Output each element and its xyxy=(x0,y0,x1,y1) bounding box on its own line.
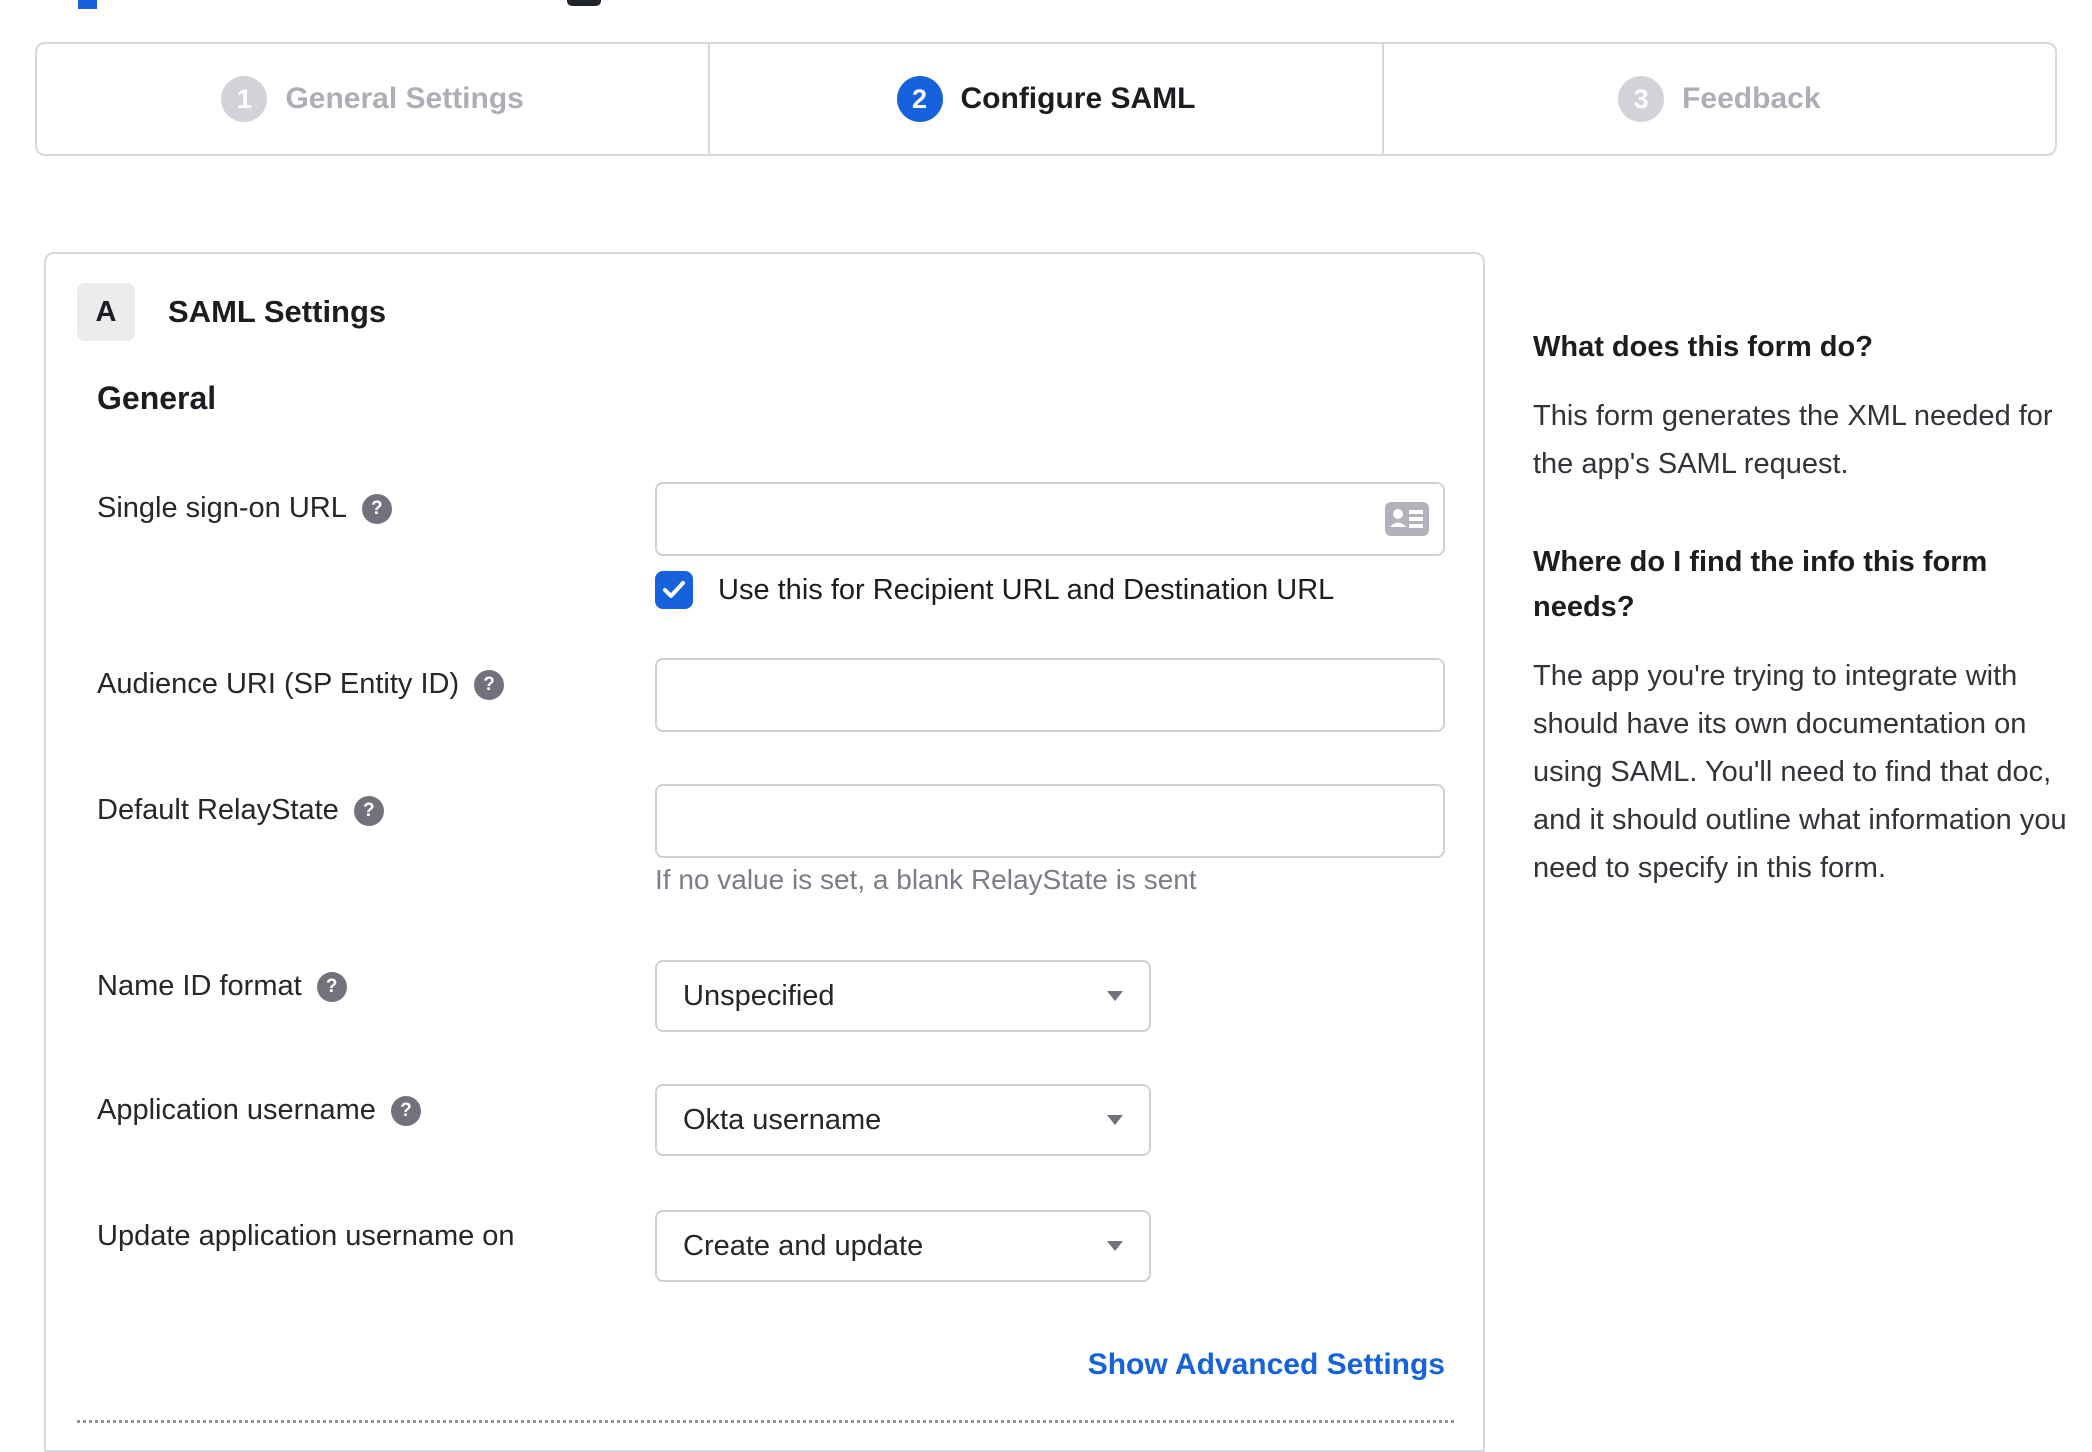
step-feedback[interactable]: 3 Feedback xyxy=(1381,44,2055,154)
application-username-label: Application username ? xyxy=(97,1094,421,1127)
sidebar-body-what: This form generates the XML needed for t… xyxy=(1533,400,2053,480)
audience-uri-label: Audience URI (SP Entity ID) ? xyxy=(97,668,505,701)
name-id-format-label: Name ID format ? xyxy=(97,970,347,1003)
saml-settings-panel: A SAML Settings General Single sign-on U… xyxy=(44,252,1485,1452)
relaystate-helper-text: If no value is set, a blank RelayState i… xyxy=(655,864,1197,895)
name-id-format-label-text: Name ID format xyxy=(97,970,302,1002)
audience-uri-label-text: Audience URI (SP Entity ID) xyxy=(97,668,460,700)
single-sign-on-url-label-text: Single sign-on URL xyxy=(97,492,347,524)
chevron-down-icon xyxy=(1107,1115,1123,1125)
recipient-url-checkbox[interactable] xyxy=(655,571,693,609)
audience-uri-input-wrap xyxy=(655,658,1445,732)
audience-uri-input[interactable] xyxy=(655,658,1445,732)
section-a-badge: A xyxy=(77,283,135,341)
step-2-circle: 2 xyxy=(896,76,943,122)
step-general-settings[interactable]: 1 General Settings xyxy=(37,44,708,154)
default-relaystate-input[interactable] xyxy=(655,784,1445,858)
default-relaystate-label: Default RelayState ? xyxy=(97,794,384,827)
wizard-stepper: 1 General Settings 2 Configure SAML 3 Fe… xyxy=(35,42,2057,156)
name-id-format-select[interactable]: Unspecified xyxy=(655,960,1151,1032)
single-sign-on-url-input[interactable] xyxy=(655,482,1445,556)
application-username-value: Okta username xyxy=(683,1103,882,1136)
recipient-url-checkbox-label: Use this for Recipient URL and Destinati… xyxy=(718,573,1335,606)
recipient-url-checkbox-row: Use this for Recipient URL and Destinati… xyxy=(655,570,1334,610)
cropped-toggle-fragment xyxy=(567,0,601,6)
update-username-on-label-text: Update application username on xyxy=(97,1220,515,1252)
sidebar-heading-where: Where do I find the info this form needs… xyxy=(1533,546,1988,623)
single-sign-on-url-input-wrap xyxy=(655,482,1445,556)
step-1-label: General Settings xyxy=(285,82,524,115)
step-configure-saml[interactable]: 2 Configure SAML xyxy=(708,44,1381,154)
help-sidebar: What does this form do? This form genera… xyxy=(1533,325,2078,944)
update-username-on-value: Create and update xyxy=(683,1229,924,1262)
chevron-down-icon xyxy=(1107,991,1123,1001)
panel-header: A SAML Settings xyxy=(77,283,386,341)
advanced-link-row: Show Advanced Settings xyxy=(655,1348,1445,1382)
step-2-label: Configure SAML xyxy=(960,82,1196,115)
application-username-select[interactable]: Okta username xyxy=(655,1084,1151,1156)
general-section-title: General xyxy=(97,380,217,416)
step-3-label: Feedback xyxy=(1682,82,1821,115)
step-1-circle: 1 xyxy=(221,76,268,122)
name-id-format-value: Unspecified xyxy=(683,979,835,1012)
show-advanced-settings-link[interactable]: Show Advanced Settings xyxy=(1088,1348,1445,1381)
application-username-label-text: Application username xyxy=(97,1094,376,1126)
help-icon[interactable]: ? xyxy=(390,1095,421,1126)
single-sign-on-url-label: Single sign-on URL ? xyxy=(97,492,392,525)
sidebar-heading-what: What does this form do? xyxy=(1533,331,1873,363)
update-username-on-select[interactable]: Create and update xyxy=(655,1210,1151,1282)
sidebar-body-where: The app you're trying to integrate with … xyxy=(1533,660,2067,884)
help-icon[interactable]: ? xyxy=(316,971,347,1002)
default-relaystate-input-wrap xyxy=(655,784,1445,858)
help-icon[interactable]: ? xyxy=(353,795,384,826)
panel-title: SAML Settings xyxy=(168,294,387,329)
help-icon[interactable]: ? xyxy=(361,493,392,524)
update-username-on-label: Update application username on xyxy=(97,1220,515,1253)
chevron-down-icon xyxy=(1107,1241,1123,1251)
step-3-circle: 3 xyxy=(1618,76,1665,122)
default-relaystate-label-text: Default RelayState xyxy=(97,794,339,826)
section-divider xyxy=(77,1420,1454,1423)
checkmark-icon xyxy=(663,581,685,598)
cropped-logo-fragment xyxy=(78,0,97,9)
vcard-icon xyxy=(1385,502,1429,536)
help-icon[interactable]: ? xyxy=(474,669,505,700)
